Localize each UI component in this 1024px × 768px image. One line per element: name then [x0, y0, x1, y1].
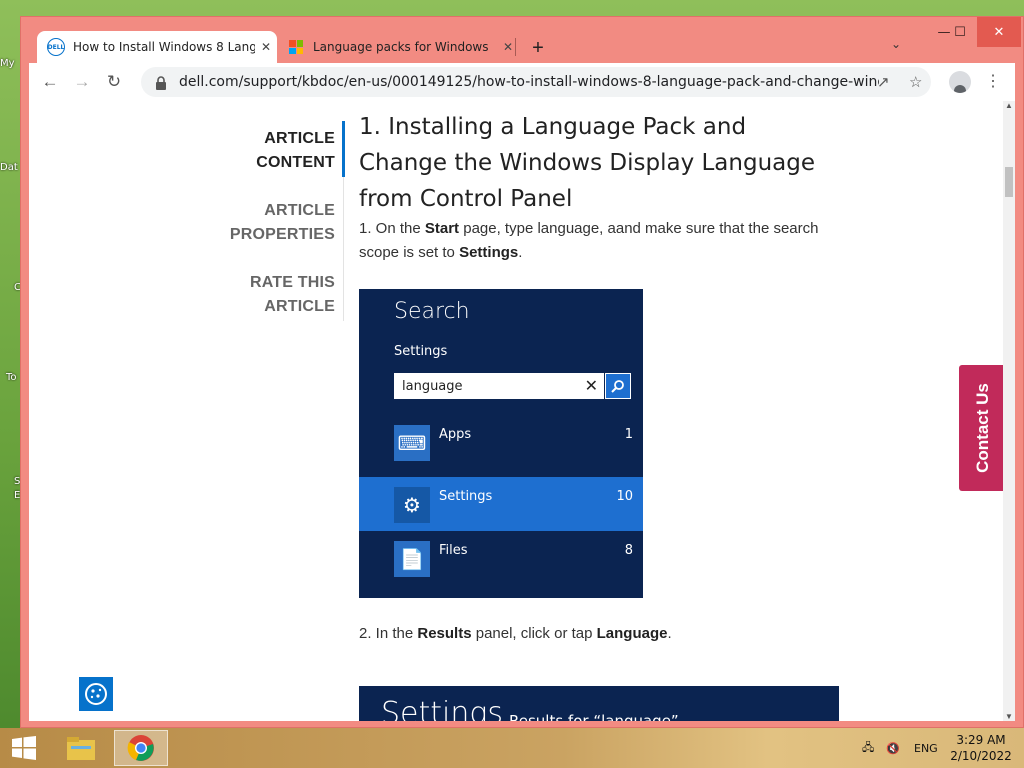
tab-dell-article[interactable]: DELL How to Install Windows 8 Language ✕ — [37, 31, 277, 63]
language-indicator[interactable]: ENG — [914, 728, 938, 768]
desktop-icon-label[interactable]: Dat — [0, 162, 18, 173]
network-icon[interactable]: 🖧 — [862, 728, 874, 768]
tab-title: Language packs for Windows — [313, 40, 489, 54]
browser-toolbar: ← → ↻ dell.com/support/kbdoc/en-us/00014… — [29, 63, 1015, 101]
nav-rate-article[interactable]: RATE THIS ARTICLE — [209, 271, 335, 319]
clock-date: 2/10/2022 — [950, 749, 1012, 763]
address-bar[interactable]: dell.com/support/kbdoc/en-us/000149125/h… — [141, 67, 931, 97]
clock[interactable]: 3:29 AM 2/10/2022 — [946, 732, 1016, 764]
new-tab-button[interactable]: + — [525, 35, 551, 61]
desktop-icon-label[interactable]: My — [0, 58, 15, 69]
side-nav-active-indicator — [342, 121, 345, 177]
lock-icon — [155, 76, 167, 90]
search-icon — [605, 373, 631, 399]
scroll-up-arrow-icon[interactable]: ▲ — [1005, 101, 1013, 110]
page-scrollbar[interactable]: ▲ ▼ — [1003, 101, 1015, 721]
contact-us-button[interactable]: Contact Us — [959, 365, 1003, 491]
url-text[interactable]: dell.com/support/kbdoc/en-us/000149125/h… — [179, 74, 879, 90]
browser-menu-icon[interactable]: ⋮ — [985, 71, 1001, 91]
file-icon: 📄 — [394, 541, 430, 577]
step-2-text: 2. In the Results panel, click or tap La… — [359, 625, 672, 642]
nav-article-properties[interactable]: ARTICLE PROPERTIES — [209, 199, 335, 247]
search-screenshot-image: Search Settings language ✕ ⌨ Apps 1 ⚙ Se… — [359, 289, 643, 598]
windows-favicon-icon — [289, 40, 303, 54]
screenshot-scope-label: Settings — [394, 344, 448, 359]
desktop-icon-label[interactable]: To — [6, 372, 17, 383]
apps-keyboard-icon: ⌨ — [394, 425, 430, 461]
screenshot-search-box: language ✕ — [394, 373, 604, 399]
reload-icon[interactable]: ↻ — [101, 69, 127, 95]
article-side-nav: ARTICLE CONTENT ARTICLE PROPERTIES RATE TH… — [209, 127, 335, 343]
scrollbar-thumb[interactable] — [1005, 167, 1013, 197]
browser-window: — ☐ ✕ DELL How to Install Windows 8 Lang… — [20, 16, 1024, 728]
share-icon[interactable]: ↗ — [877, 73, 890, 91]
nav-article-content[interactable]: ARTICLE CONTENT — [209, 127, 335, 175]
back-arrow-icon[interactable]: ← — [37, 69, 63, 95]
screenshot-result-files: 📄 Files 8 — [359, 531, 643, 585]
file-explorer-icon[interactable] — [54, 730, 108, 766]
clock-time: 3:29 AM — [956, 733, 1006, 747]
volume-muted-icon[interactable]: 🔇 — [886, 728, 900, 768]
tab-search-chevron-icon[interactable]: ⌄ — [891, 37, 901, 51]
start-windows-icon[interactable] — [6, 734, 42, 762]
taskbar: 🖧 🔇 ENG 3:29 AM 2/10/2022 — [0, 728, 1024, 768]
chrome-taskbar-icon[interactable] — [114, 730, 168, 766]
cookie-settings-icon[interactable] — [79, 677, 113, 711]
close-window-button[interactable]: ✕ — [977, 17, 1021, 47]
forward-arrow-icon[interactable]: → — [69, 69, 95, 95]
web-page: ARTICLE CONTENT ARTICLE PROPERTIES RATE TH… — [29, 101, 1003, 721]
step-1-text: 1. On the Start page, type language, aan… — [359, 220, 819, 261]
profile-avatar-icon[interactable] — [949, 71, 971, 93]
scroll-down-arrow-icon[interactable]: ▼ — [1005, 712, 1013, 721]
screenshot-result-settings: ⚙ Settings 10 — [359, 477, 643, 531]
section-heading: 1. Installing a Language Pack and Change… — [359, 114, 816, 212]
settings-results-screenshot-image: Settings Results for “language” — [359, 686, 839, 721]
screenshot-search-title: Search — [394, 299, 470, 324]
tab-language-packs[interactable]: Language packs for Windows ✕ — [279, 31, 519, 63]
screenshot-search-query: language — [402, 378, 463, 394]
screenshot-result-apps: ⌨ Apps 1 — [359, 415, 643, 469]
tab-title: How to Install Windows 8 Language — [73, 40, 255, 54]
settings-gear-icon: ⚙ — [394, 487, 430, 523]
maximize-button[interactable]: ☐ — [943, 17, 977, 47]
bookmark-star-icon[interactable]: ☆ — [909, 73, 922, 91]
tab-separator — [515, 38, 516, 56]
tab-close-icon[interactable]: ✕ — [255, 40, 277, 54]
dell-favicon-icon: DELL — [47, 38, 65, 56]
clear-icon: ✕ — [584, 376, 598, 395]
